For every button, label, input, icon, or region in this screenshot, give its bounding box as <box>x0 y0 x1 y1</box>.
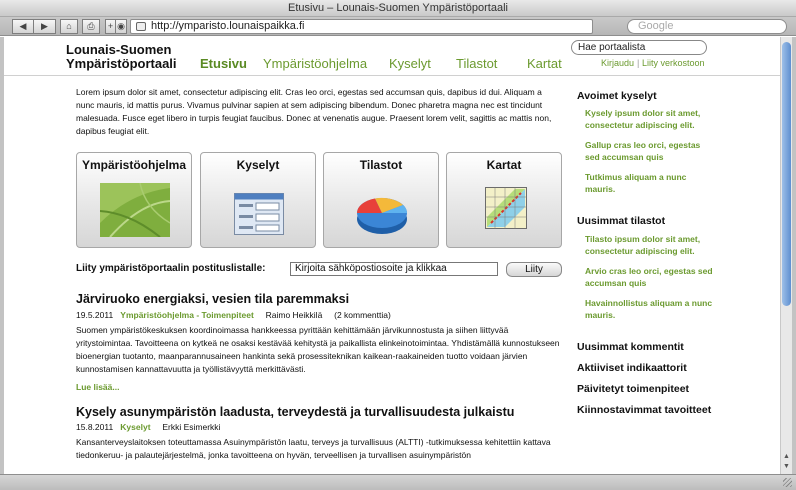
newsletter-label: Liity ympäristöportaalin postituslistall… <box>76 263 266 274</box>
card-kartat[interactable]: Kartat <box>446 152 562 248</box>
login-link[interactable]: Kirjaudu <box>601 58 634 68</box>
article-title[interactable]: Järviruoko energiaksi, vesien tila parem… <box>76 292 349 306</box>
leaf-photo-icon <box>100 183 170 237</box>
add-bookmark-button[interactable]: + <box>105 19 116 34</box>
card-ymparistoohjelma[interactable]: Ympäristöohjelma <box>76 152 192 248</box>
forward-button[interactable]: ▶ <box>34 19 56 34</box>
sidebar-survey-item[interactable]: Gallup cras leo orci, egestas sed accums… <box>585 139 715 163</box>
form-icon <box>234 193 284 235</box>
scrollbar-thumb[interactable] <box>782 42 791 306</box>
portal-search-input[interactable]: Hae portaalista <box>571 40 707 55</box>
article-meta: 15.8.2011 Kyselyt Erkki Esimerkki <box>76 422 220 432</box>
sidebar-latest-comments[interactable]: Uusimmat kommentit <box>577 341 684 353</box>
scroll-down-icon[interactable]: ▼ <box>782 462 791 471</box>
nav-kartat[interactable]: Kartat <box>527 56 562 71</box>
card-tilastot[interactable]: Tilastot <box>323 152 439 248</box>
card-tilastot-label: Tilastot <box>359 158 403 172</box>
scroll-up-icon[interactable]: ▲ <box>782 452 791 461</box>
newsletter-join-button[interactable]: Liity <box>506 262 562 277</box>
snapback-button[interactable]: ◉ <box>116 19 127 34</box>
newsletter-email-input[interactable]: Kirjoita sähköpostiosoite ja klikkaa <box>290 262 498 276</box>
print-button[interactable]: ⎙ <box>82 19 100 34</box>
article-category[interactable]: Kyselyt <box>120 422 150 432</box>
sidebar-interesting-goals[interactable]: Kiinnostavimmat tavoitteet <box>577 404 711 416</box>
read-more-link[interactable]: Lue lisää... <box>76 382 119 392</box>
browser-toolbar: ◀ ▶ ⌂ ⎙ + ◉ http://ymparisto.lounaispaik… <box>0 17 796 36</box>
site-title-line1: Lounais-Suomen <box>66 42 172 57</box>
sidebar-updated-actions[interactable]: Päivitetyt toimenpiteet <box>577 383 689 395</box>
resize-grip-icon[interactable] <box>783 478 792 487</box>
article-date: 19.5.2011 <box>76 310 114 320</box>
address-bar[interactable]: http://ymparisto.lounaispaikka.fi <box>130 19 593 34</box>
article-author: Raimo Heikkilä <box>265 310 323 320</box>
sidebar-latest-stats-title: Uusimmat tilastot <box>577 215 666 227</box>
window-title: Etusivu – Lounais-Suomen Ympäristöportaa… <box>0 0 796 17</box>
home-button[interactable]: ⌂ <box>60 19 78 34</box>
article-date: 15.8.2011 <box>76 422 114 432</box>
site-logo-title[interactable]: Lounais-Suomen Ympäristöportaali <box>66 43 177 71</box>
header-divider <box>4 75 792 76</box>
sidebar-stat-item[interactable]: Arvio cras leo orci, egestas sed accumsa… <box>585 265 715 289</box>
article-body: Kansanterveyslaitoksen toteuttamassa Asu… <box>76 437 551 460</box>
sidebar-survey-item[interactable]: Kysely ipsum dolor sit amet, consectetur… <box>585 107 715 131</box>
browser-search-field[interactable]: Google <box>627 19 787 34</box>
map-icon <box>485 187 527 229</box>
nav-ymparistoohjelma[interactable]: Ympäristöohjelma <box>263 56 367 71</box>
status-bar <box>0 474 796 490</box>
nav-kyselyt[interactable]: Kyselyt <box>389 56 431 71</box>
window-frame-right <box>792 37 796 474</box>
sidebar-open-surveys-title: Avoimet kyselyt <box>577 90 657 102</box>
sidebar-stat-item[interactable]: Havainnollistus aliquam a nunc mauris. <box>585 297 715 321</box>
card-kyselyt[interactable]: Kyselyt <box>200 152 316 248</box>
article-comments[interactable]: (2 kommenttia) <box>334 310 391 320</box>
card-kyselyt-label: Kyselyt <box>236 158 280 172</box>
sidebar-stat-item[interactable]: Tilasto ipsum dolor sit amet, consectetu… <box>585 233 715 257</box>
window-frame-left <box>0 37 4 474</box>
favicon-icon <box>136 22 146 31</box>
nav-tilastot[interactable]: Tilastot <box>456 56 497 71</box>
intro-text: Lorem ipsum dolor sit amet, consectetur … <box>76 87 552 136</box>
address-text: http://ymparisto.lounaispaikka.fi <box>151 20 305 32</box>
card-ymparistoohjelma-label: Ympäristöohjelma <box>81 158 187 172</box>
article-meta: 19.5.2011 Ympäristöohjelma - Toimenpitee… <box>76 310 391 320</box>
back-button[interactable]: ◀ <box>12 19 34 34</box>
pie-chart-icon <box>356 197 407 234</box>
article-category[interactable]: Ympäristöohjelma - Toimenpiteet <box>120 310 254 320</box>
article-body: Suomen ympäristökeskuksen koordinoimassa… <box>76 325 560 374</box>
article-author: Erkki Esimerkki <box>162 422 221 432</box>
site-title-line2: Ympäristöportaali <box>66 56 177 71</box>
nav-etusivu[interactable]: Etusivu <box>200 56 247 71</box>
sidebar-survey-item[interactable]: Tutkimus aliquam a nunc mauris. <box>585 171 715 195</box>
join-network-link[interactable]: Liity verkostoon <box>642 58 705 68</box>
account-separator: | <box>637 58 640 68</box>
sidebar-active-indicators[interactable]: Aktiiviset indikaattorit <box>577 362 687 374</box>
card-kartat-label: Kartat <box>486 158 522 172</box>
article-title[interactable]: Kysely asunympäristön laadusta, terveyde… <box>76 405 514 419</box>
